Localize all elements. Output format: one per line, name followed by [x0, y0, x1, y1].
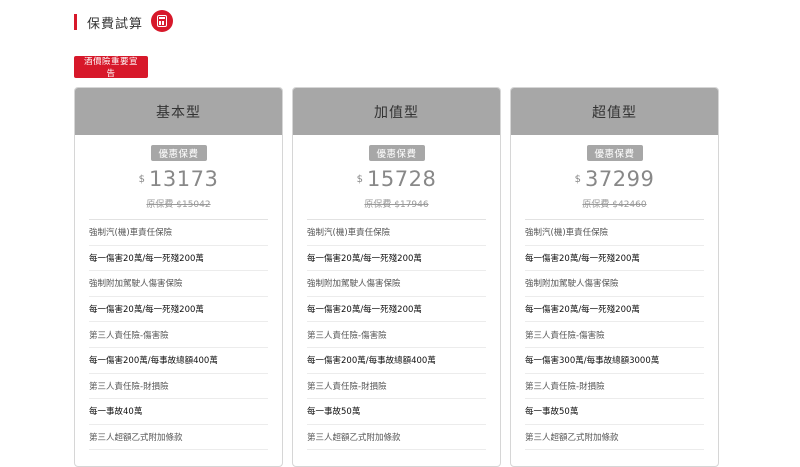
coverage-value: 每一傷害300萬/每事故總額3000萬 — [525, 348, 704, 374]
accent-bar — [74, 14, 77, 30]
calculator-icon[interactable] — [151, 10, 173, 32]
coverage-item: 第三人責任險-財損險 — [89, 374, 268, 400]
original-price: 原保費 $17946 — [364, 200, 429, 210]
currency-symbol: $ — [138, 173, 146, 185]
coverage-item: 第三人責任險-傷害險 — [89, 322, 268, 348]
discount-badge: 優惠保費 — [586, 145, 643, 161]
page-title: 保費試算 — [87, 16, 144, 32]
price-amount: 37299 — [585, 167, 655, 191]
coverage-list: 強制汽(機)車責任保險 每一傷害20萬/每一死殘200萬 強制附加駕駛人傷害保險… — [75, 220, 282, 451]
plan-price: $13173 — [75, 167, 282, 193]
plan-price: $37299 — [511, 167, 718, 193]
currency-symbol: $ — [574, 173, 582, 185]
plan-card-basic[interactable]: 基本型 優惠保費 $13173 原保費 $15042 強制汽(機)車責任保險 每… — [74, 87, 283, 467]
coverage-value: 每一事故50萬 — [307, 399, 486, 425]
coverage-value: 每一事故50萬 — [525, 399, 704, 425]
coverage-value: 每一傷害20萬/每一死殘200萬 — [307, 297, 486, 323]
original-price: 原保費 $15042 — [146, 200, 211, 210]
coverage-item: 強制汽(機)車責任保險 — [89, 220, 268, 246]
coverage-item: 第三人責任險-傷害險 — [307, 322, 486, 348]
coverage-value: 每一傷害20萬/每一死殘200萬 — [307, 246, 486, 272]
coverage-value: 每一傷害20萬/每一死殘200萬 — [525, 246, 704, 272]
currency-symbol: $ — [356, 173, 364, 185]
plan-price: $15728 — [293, 167, 500, 193]
coverage-item: 強制附加駕駛人傷害保險 — [89, 271, 268, 297]
coverage-item: 強制汽(機)車責任保險 — [525, 220, 704, 246]
price-amount: 15728 — [367, 167, 437, 191]
coverage-item: 強制汽(機)車責任保險 — [307, 220, 486, 246]
price-amount: 13173 — [149, 167, 219, 191]
coverage-item: 強制附加駕駛人傷害保險 — [525, 271, 704, 297]
plan-name: 超值型 — [511, 88, 718, 135]
coverage-value: 每一傷害200萬/每事故總額400萬 — [89, 348, 268, 374]
coverage-item: 第三人超額乙式附加條款 — [525, 425, 704, 451]
coverage-list: 強制汽(機)車責任保險 每一傷害20萬/每一死殘200萬 強制附加駕駛人傷害保險… — [511, 220, 718, 451]
coverage-value: 每一事故40萬 — [89, 399, 268, 425]
discount-badge: 優惠保費 — [368, 145, 425, 161]
plan-name: 加值型 — [293, 88, 500, 135]
original-price: 原保費 $42460 — [582, 200, 647, 210]
plan-name: 基本型 — [75, 88, 282, 135]
coverage-item: 強制附加駕駛人傷害保險 — [307, 271, 486, 297]
important-notice-button[interactable]: 酒價險重要宣告 — [74, 56, 148, 79]
plan-card-plus[interactable]: 加值型 優惠保費 $15728 原保費 $17946 強制汽(機)車責任保險 每… — [292, 87, 501, 467]
section-header: 保費試算 — [74, 10, 173, 32]
coverage-item: 第三人責任險-財損險 — [307, 374, 486, 400]
coverage-item: 第三人責任險-財損險 — [525, 374, 704, 400]
plan-card-premium[interactable]: 超值型 優惠保費 $37299 原保費 $42460 強制汽(機)車責任保險 每… — [510, 87, 719, 467]
coverage-item: 第三人超額乙式附加條款 — [307, 425, 486, 451]
coverage-value: 每一傷害20萬/每一死殘200萬 — [89, 246, 268, 272]
coverage-item: 第三人責任險-傷害險 — [525, 322, 704, 348]
coverage-list: 強制汽(機)車責任保險 每一傷害20萬/每一死殘200萬 強制附加駕駛人傷害保險… — [293, 220, 500, 451]
coverage-item: 第三人超額乙式附加條款 — [89, 425, 268, 451]
coverage-value: 每一傷害200萬/每事故總額400萬 — [307, 348, 486, 374]
coverage-value: 每一傷害20萬/每一死殘200萬 — [525, 297, 704, 323]
coverage-value: 每一傷害20萬/每一死殘200萬 — [89, 297, 268, 323]
discount-badge: 優惠保費 — [150, 145, 207, 161]
